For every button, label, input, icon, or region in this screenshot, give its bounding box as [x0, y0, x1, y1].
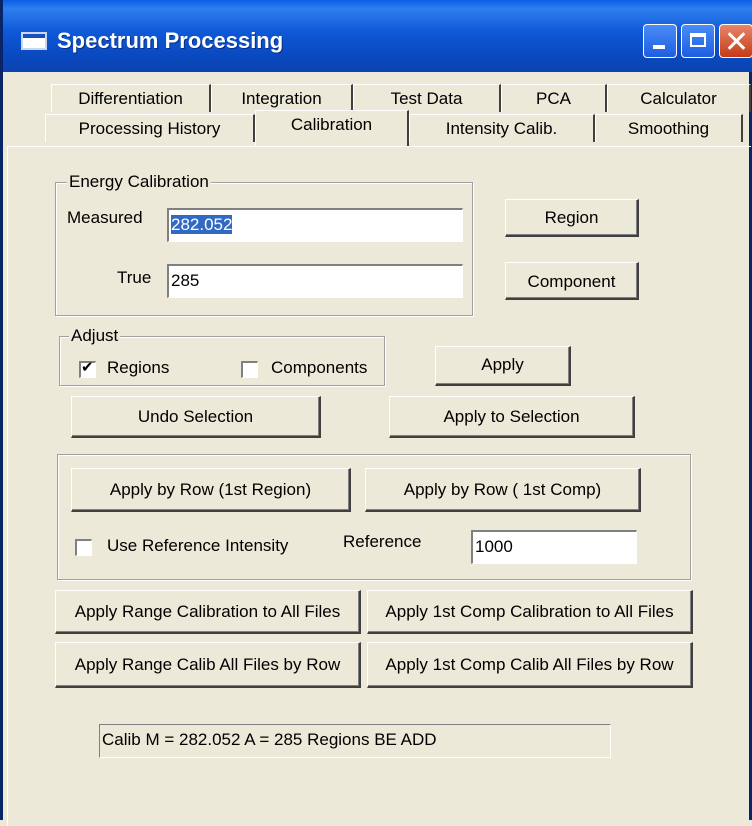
true-label: True [117, 268, 152, 287]
tab-processing-history[interactable]: Processing History [45, 114, 255, 142]
region-button[interactable]: Region [505, 199, 639, 237]
calibration-status-text: Calib M = 282.052 A = 285 Regions BE ADD [99, 724, 611, 758]
tab-pca[interactable]: PCA [501, 84, 607, 112]
component-button[interactable]: Component [505, 262, 639, 300]
maximize-icon[interactable] [681, 24, 715, 58]
apply-comp-calib-all-files-by-row-button[interactable]: Apply 1st Comp Calib All Files by Row [367, 642, 693, 688]
window-title: Spectrum Processing [57, 28, 284, 53]
true-field[interactable]: 285 [167, 264, 463, 298]
tab-intensity-calib[interactable]: Intensity Calib. [409, 114, 595, 142]
close-icon[interactable] [719, 24, 752, 58]
use-reference-intensity-label: Use Reference Intensity [107, 536, 289, 555]
tab-test-data[interactable]: Test Data [353, 84, 501, 112]
apply-range-calib-all-files-by-row-button[interactable]: Apply Range Calib All Files by Row [55, 642, 361, 688]
measured-label: Measured [67, 208, 143, 227]
components-checkbox[interactable] [241, 361, 258, 378]
spectrum-processing-window: Spectrum Processing Differentiation Inte… [0, 0, 752, 826]
adjust-legend: Adjust [69, 326, 121, 346]
measured-field[interactable]: 282.052 [167, 208, 463, 242]
apply-range-calibration-all-files-button[interactable]: Apply Range Calibration to All Files [55, 590, 361, 634]
tab-calibration[interactable]: Calibration [255, 110, 409, 146]
apply-to-selection-button[interactable]: Apply to Selection [389, 396, 635, 438]
reference-field[interactable]: 1000 [471, 530, 637, 564]
apply-comp-calibration-all-files-button[interactable]: Apply 1st Comp Calibration to All Files [367, 590, 693, 634]
energy-calibration-legend: Energy Calibration [67, 172, 211, 192]
components-label: Components [271, 358, 368, 377]
title-bar[interactable]: Spectrum Processing [3, 0, 752, 72]
undo-selection-button[interactable]: Undo Selection [71, 396, 321, 438]
tab-differentiation[interactable]: Differentiation [51, 84, 211, 112]
apply-by-row-region-button[interactable]: Apply by Row (1st Region) [71, 468, 351, 512]
window-icon [21, 32, 47, 50]
tab-integration[interactable]: Integration [211, 84, 353, 112]
measured-value: 282.052 [171, 215, 233, 234]
minimize-icon[interactable] [643, 24, 677, 58]
apply-by-row-comp-button[interactable]: Apply by Row ( 1st Comp) [365, 468, 641, 512]
apply-button[interactable]: Apply [435, 346, 571, 386]
regions-checkbox[interactable] [79, 359, 96, 378]
tab-calculator[interactable]: Calculator [607, 84, 751, 112]
tab-smoothing[interactable]: Smoothing [595, 114, 743, 142]
regions-label: Regions [107, 358, 170, 377]
use-reference-intensity-checkbox[interactable] [75, 539, 92, 556]
reference-label: Reference [343, 532, 422, 551]
